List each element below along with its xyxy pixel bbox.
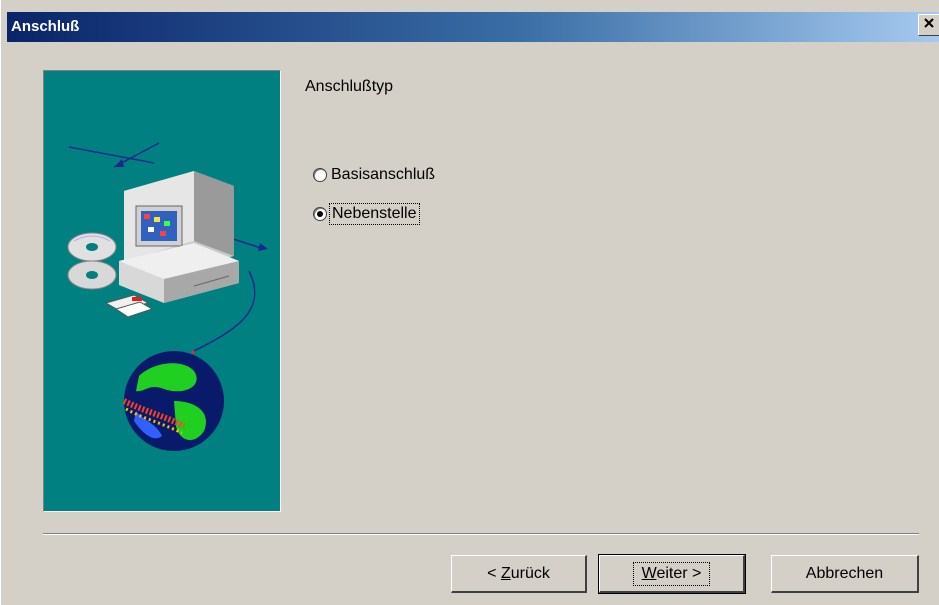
radio-option-basisanschluss[interactable]: Basisanschluß (313, 164, 435, 186)
radio-label: Nebenstelle (329, 203, 420, 225)
wizard-illustration (43, 70, 281, 512)
window-title: Anschluß (11, 18, 80, 35)
setup-dialog: Anschluß Anschlußtyp Basisanschluß Neben… (0, 0, 939, 605)
close-button[interactable] (918, 14, 939, 36)
connection-type-heading: Anschlußtyp (305, 78, 394, 95)
radio-button-checked[interactable] (313, 207, 327, 221)
separator-line (43, 533, 919, 535)
back-button-label: < Zurück (487, 564, 550, 582)
cancel-button[interactable]: Abbrechen (771, 555, 919, 593)
floppy-disk-icon (104, 294, 154, 318)
back-button[interactable]: < Zurück (451, 555, 587, 593)
title-bar[interactable]: Anschluß (7, 12, 939, 42)
radio-button-unchecked[interactable] (313, 168, 327, 182)
close-icon (923, 16, 935, 34)
computer-icon (119, 171, 239, 303)
cd-disc-icon (67, 232, 117, 290)
globe-icon (122, 351, 224, 451)
radio-option-nebenstelle[interactable]: Nebenstelle (313, 203, 420, 225)
next-button-label: Weiter > (632, 561, 711, 586)
radio-label: Basisanschluß (331, 166, 436, 183)
next-button[interactable]: Weiter > (598, 554, 746, 594)
